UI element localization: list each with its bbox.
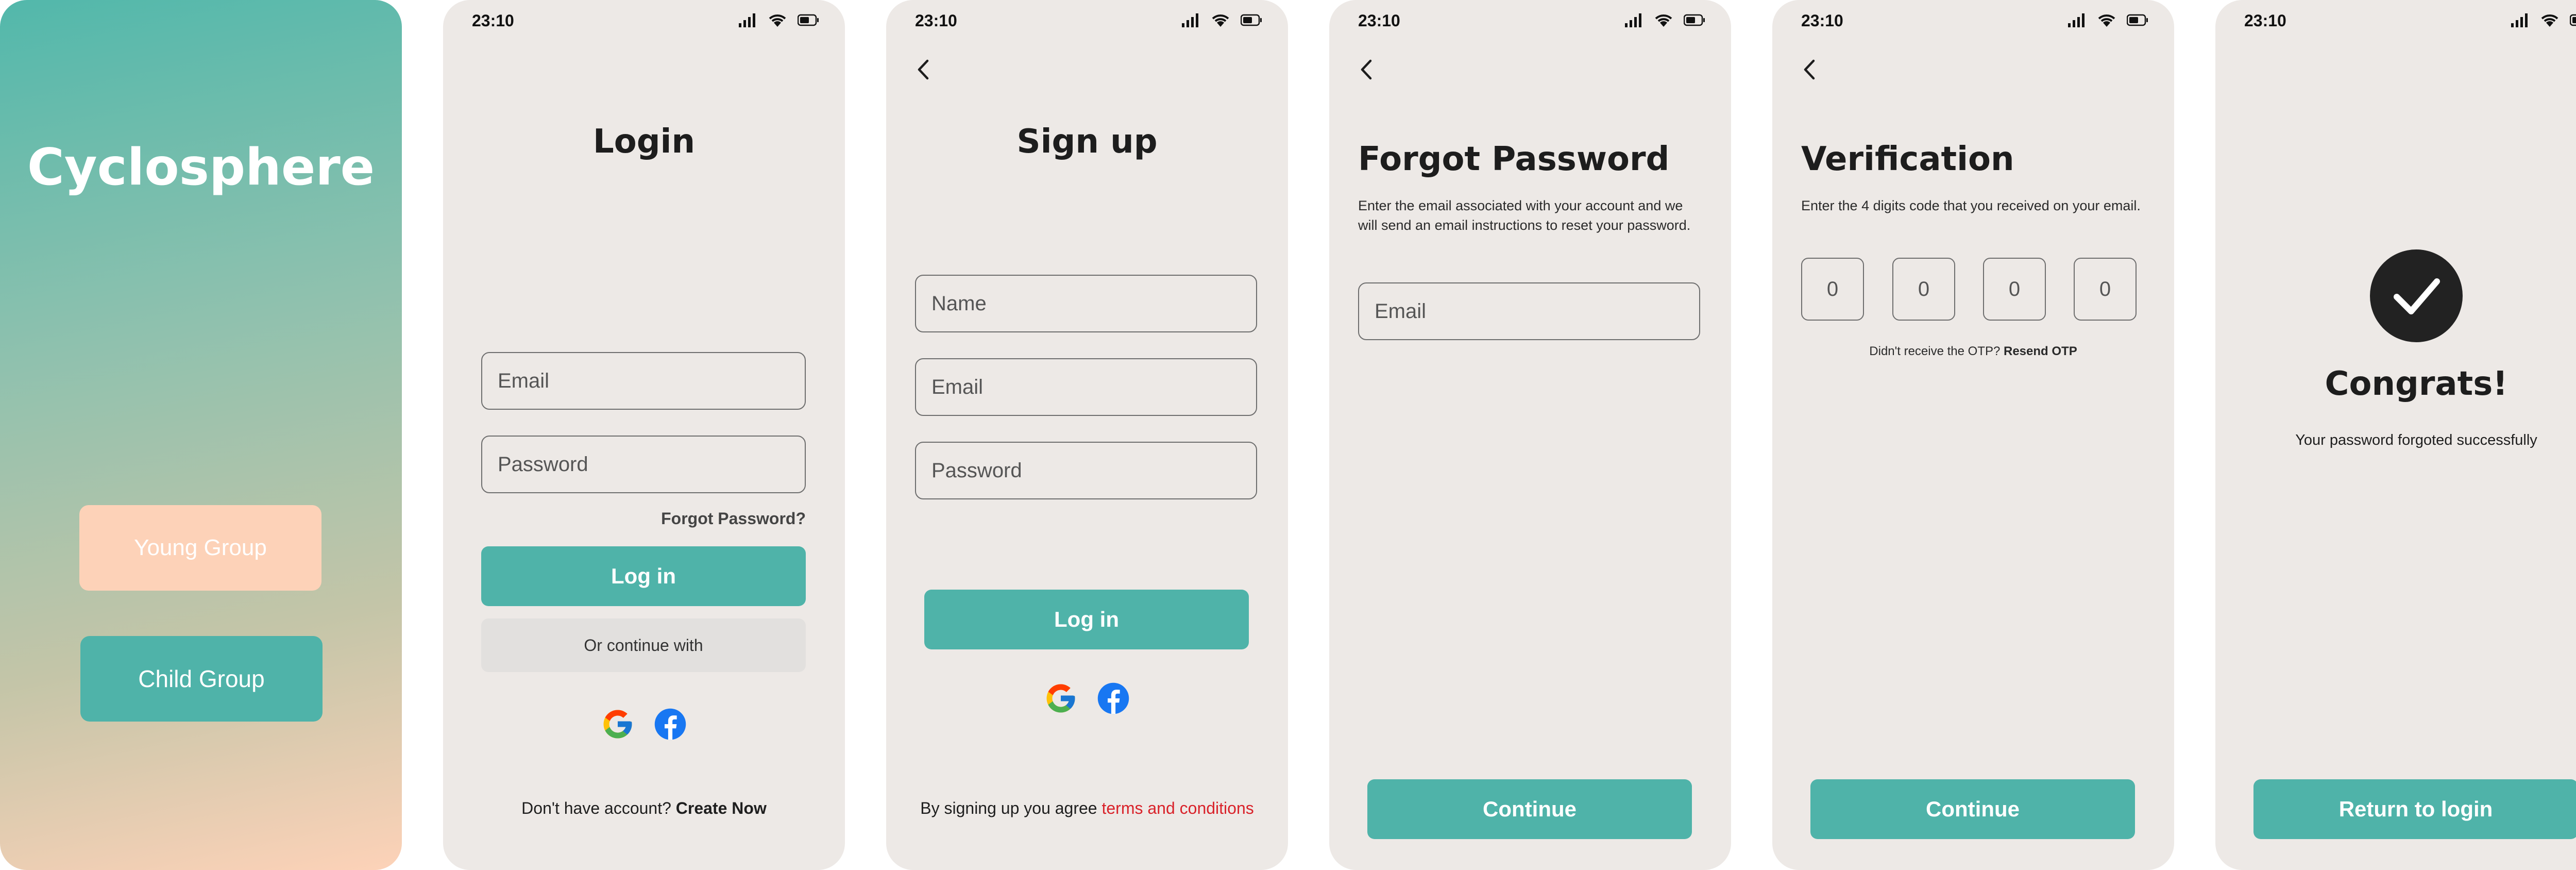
- signal-icon: [2511, 13, 2528, 27]
- no-account-text: Don't have account?: [521, 799, 671, 817]
- status-time: 23:10: [1358, 11, 1400, 30]
- email-field[interactable]: Email: [1358, 282, 1700, 340]
- wifi-icon: [769, 14, 786, 27]
- status-bar: 23:10: [1329, 0, 1731, 41]
- child-group-button[interactable]: Child Group: [80, 636, 323, 722]
- verification-screen: 23:10 Verification Enter the 4 digits co…: [1772, 0, 2174, 870]
- return-to-login-button[interactable]: Return to login: [2253, 779, 2576, 839]
- signal-icon: [739, 13, 755, 27]
- page-title: Sign up: [1016, 123, 1158, 161]
- forgot-password-screen: 23:10 Forgot Password Enter the email as…: [1329, 0, 1731, 870]
- battery-icon: [798, 14, 819, 26]
- status-time: 23:10: [472, 11, 514, 30]
- wifi-icon: [1655, 14, 1672, 27]
- login-button[interactable]: Log in: [924, 590, 1249, 649]
- login-screen: 23:10 Login Email Password Forgot Passwo…: [443, 0, 845, 870]
- password-field[interactable]: Password: [481, 436, 806, 493]
- resend-prompt: Didn't receive the OTP? Resend OTP: [1772, 344, 2174, 359]
- splash-screen: Cyclosphere Young Group Child Group: [0, 0, 402, 870]
- no-otp-text: Didn't receive the OTP?: [1869, 344, 2001, 358]
- status-time: 23:10: [915, 11, 957, 30]
- status-bar: 23:10: [2215, 0, 2576, 41]
- success-message: Your password forgoted successfully: [2295, 432, 2537, 448]
- password-field[interactable]: Password: [915, 442, 1257, 499]
- check-icon: [2370, 249, 2463, 342]
- otp-digit-3[interactable]: 0: [1983, 258, 2046, 321]
- continue-button[interactable]: Continue: [1810, 779, 2135, 839]
- login-button[interactable]: Log in: [481, 546, 806, 606]
- email-field[interactable]: Email: [481, 352, 806, 410]
- battery-icon: [1241, 14, 1262, 26]
- battery-icon: [2570, 14, 2576, 26]
- back-arrow-icon[interactable]: [1356, 57, 1377, 82]
- forgot-password-link[interactable]: Forgot Password?: [661, 509, 806, 528]
- page-title: Verification: [1801, 140, 2014, 178]
- back-arrow-icon[interactable]: [1799, 57, 1820, 82]
- young-group-button[interactable]: Young Group: [79, 505, 321, 591]
- wifi-icon: [2098, 14, 2115, 27]
- back-arrow-icon[interactable]: [913, 57, 934, 82]
- agree-text: By signing up you agree: [920, 799, 1097, 817]
- create-now-link[interactable]: Create Now: [676, 799, 767, 817]
- battery-icon: [2127, 14, 2148, 26]
- forgot-description: Enter the email associated with your acc…: [1358, 198, 1691, 233]
- otp-digit-1[interactable]: 0: [1801, 258, 1864, 321]
- status-bar: 23:10: [1772, 0, 2174, 41]
- page-title: Forgot Password: [1358, 140, 1670, 178]
- terms-link[interactable]: terms and conditions: [1101, 799, 1253, 817]
- facebook-icon[interactable]: [1096, 681, 1130, 715]
- status-time: 23:10: [2244, 11, 2286, 30]
- terms-agreement: By signing up you agree terms and condit…: [886, 799, 1288, 818]
- app-title: Cyclosphere: [27, 138, 375, 197]
- status-bar: 23:10: [443, 0, 845, 41]
- continue-button[interactable]: Continue: [1367, 779, 1692, 839]
- wifi-icon: [1212, 14, 1229, 27]
- signal-icon: [1625, 13, 1641, 27]
- signup-screen: 23:10 Sign up Name Email Password Log in…: [886, 0, 1288, 870]
- signal-icon: [2068, 13, 2084, 27]
- status-bar: 23:10: [886, 0, 1288, 41]
- page-title: Congrats!: [2325, 365, 2508, 403]
- wifi-icon: [2541, 14, 2558, 27]
- congrats-screen: 23:10 Congrats! Your password forgoted s…: [2215, 0, 2576, 870]
- resend-otp-link[interactable]: Resend OTP: [2004, 344, 2077, 358]
- google-icon[interactable]: [1044, 681, 1078, 715]
- battery-icon: [1684, 14, 1705, 26]
- signup-prompt: Don't have account? Create Now: [443, 799, 845, 818]
- name-field[interactable]: Name: [915, 275, 1257, 332]
- signal-icon: [1182, 13, 1198, 27]
- facebook-icon[interactable]: [653, 707, 687, 741]
- page-title: Login: [592, 123, 696, 161]
- email-field[interactable]: Email: [915, 358, 1257, 416]
- status-time: 23:10: [1801, 11, 1843, 30]
- continue-with-label: Or continue with: [481, 618, 806, 672]
- google-icon[interactable]: [601, 707, 635, 741]
- otp-digit-4[interactable]: 0: [2074, 258, 2137, 321]
- verification-description: Enter the 4 digits code that you receive…: [1801, 198, 2141, 213]
- otp-digit-2[interactable]: 0: [1892, 258, 1955, 321]
